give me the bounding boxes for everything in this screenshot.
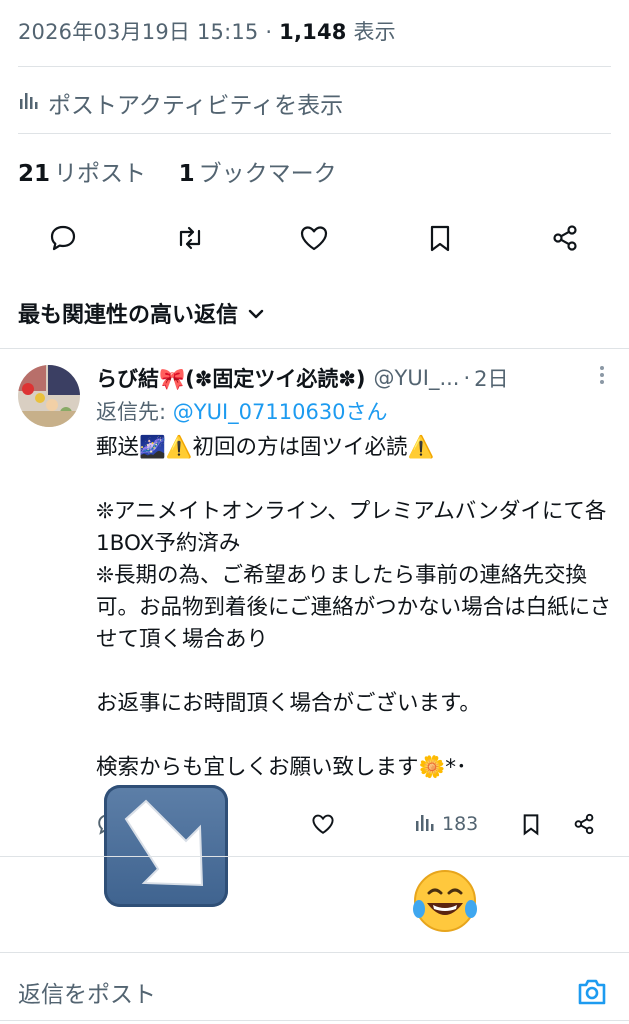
views-count: 183 [442,813,479,835]
share-icon[interactable] [545,218,585,258]
reply-text-line [96,464,616,496]
reply-sort-selector[interactable]: 最も関連性の高い返信 [18,297,611,329]
analytics-icon [18,89,40,117]
camera-icon[interactable] [575,975,609,1009]
reply-text-line: ❊長期の為、ご希望ありましたら事前の連絡先交換可。お品物到着後にご連絡がつかない… [96,563,612,652]
post-meta: 2026年03月19日 15:15 · 1,148 表示 [18,16,611,46]
reply-compose-input[interactable]: 返信をポスト [18,975,156,1009]
meta-separator: · [265,20,273,44]
divider [0,952,629,953]
reply-text-line: 郵送🌌⚠️初回の方は固ツイ必読⚠️ [96,435,435,460]
activity-label: ポストアクティビティを表示 [48,93,344,119]
reply-text-line: ❊アニメイトオンライン、プレミアムバンダイにて各1BOX予約済み [96,499,607,556]
reply-text-line [96,720,616,752]
tears-of-joy-icon [409,865,481,937]
views-stat[interactable]: 183 [414,806,478,842]
post-action-bar [0,218,629,262]
reply-to-line: 返信先: @YUI_07110630さん [96,396,388,426]
reply-text-line: 検索からも宜しくお願い致します🌼*･ [96,755,467,780]
reply-to-prefix: 返信先: [96,400,173,424]
like-icon[interactable] [294,218,334,258]
views-count: 1,148 [279,20,347,44]
like-icon[interactable] [310,806,336,842]
down-right-arrow-icon [104,785,228,907]
bookmark-icon[interactable] [420,218,460,258]
reply-dot: · [463,366,471,390]
post-activity-link[interactable]: ポストアクティビティを表示 [18,86,611,120]
reposts-stat[interactable]: 21 リポスト [18,161,146,187]
bookmarks-stat[interactable]: 1 ブックマーク [179,161,337,187]
repost-icon[interactable] [170,218,210,258]
reply-icon[interactable] [43,218,83,258]
reply-author-name[interactable]: らび結🎀(✽固定ツイ必読✽) [96,363,366,393]
reply-to-handle[interactable]: @YUI_07110630さん [173,400,388,424]
avatar[interactable] [18,365,80,427]
divider [18,66,611,67]
reply-header: らび結🎀(✽固定ツイ必読✽) @YUI_... · 2日 [96,362,611,394]
reply-body: 郵送🌌⚠️初回の方は固ツイ必読⚠️ ❊アニメイトオンライン、プレミアムバンダイに… [96,432,616,784]
bookmark-icon[interactable] [520,806,542,842]
more-options-icon[interactable] [599,364,605,391]
reply-age[interactable]: 2日 [474,363,508,393]
reply-text-line [96,656,616,688]
sort-label: 最も関連性の高い返信 [18,303,239,328]
engagement-counts: 21 リポスト 1 ブックマーク [18,154,611,188]
share-icon[interactable] [572,806,596,842]
divider [0,856,629,857]
divider [18,133,611,134]
analytics-icon [414,811,436,838]
views-label: 表示 [353,20,396,44]
divider [0,1020,629,1021]
chevron-down-icon [248,301,264,326]
post-datetime: 2026年03月19日 15:15 [18,20,259,44]
reply-text-line: お返事にお時間頂く場合がございます。 [96,691,481,716]
reply-author-handle[interactable]: @YUI_... [374,366,460,390]
divider [0,348,629,349]
